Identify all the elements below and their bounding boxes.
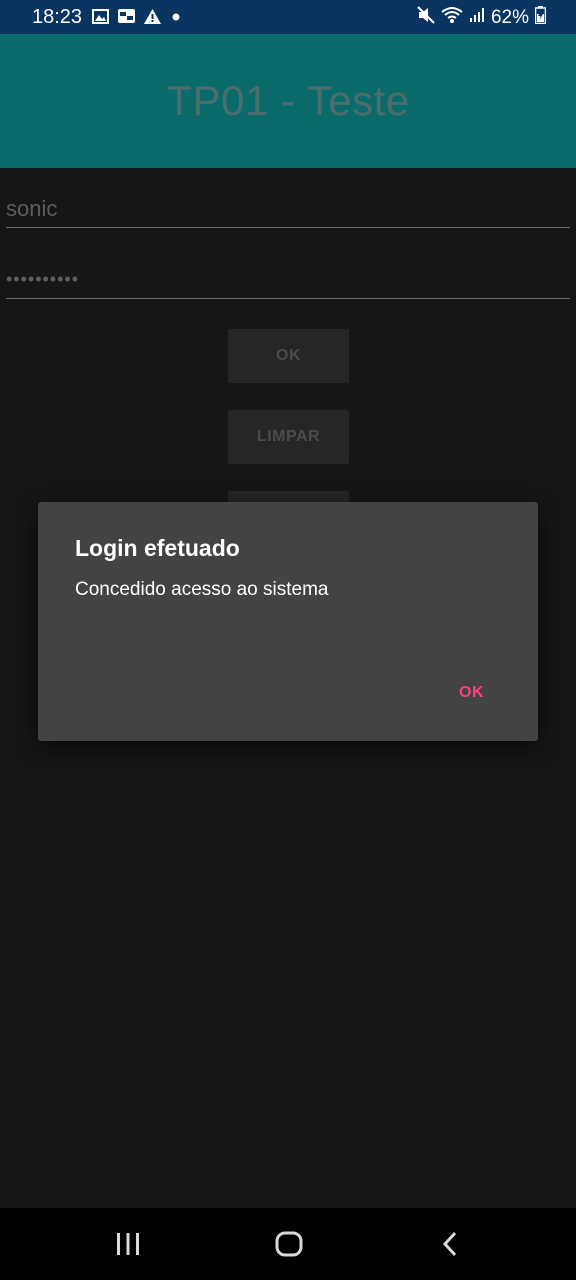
app-bar: TP01 - Teste <box>0 34 576 168</box>
image-icon <box>92 8 109 30</box>
recent-apps-icon[interactable] <box>108 1228 148 1260</box>
dialog-ok-button[interactable]: OK <box>459 684 484 702</box>
home-icon[interactable] <box>269 1228 309 1260</box>
status-bar: 18:23 62% <box>0 0 576 34</box>
clear-button[interactable]: LIMPAR <box>228 410 349 464</box>
alert-dialog: Login efetuado Concedido acesso ao siste… <box>38 502 538 741</box>
wifi-icon <box>441 6 463 30</box>
username-field[interactable]: sonic <box>6 190 570 228</box>
navigation-bar <box>0 1208 576 1280</box>
dialog-message: Concedido acesso ao sistema <box>75 579 329 600</box>
status-time: 18:23 <box>32 6 83 28</box>
battery-icon <box>534 6 547 30</box>
status-notification-icons <box>92 8 183 30</box>
signal-icon <box>469 7 485 29</box>
mute-icon <box>417 6 435 30</box>
app-screen: 18:23 62% TP01 - Teste sonic •••••••••• … <box>0 0 576 1280</box>
app-title: TP01 - Teste <box>166 77 410 124</box>
username-value: sonic <box>6 196 58 221</box>
notification-icon <box>117 8 136 30</box>
dialog-title: Login efetuado <box>75 535 240 561</box>
ok-button[interactable]: OK <box>228 329 349 383</box>
back-icon[interactable] <box>430 1228 470 1260</box>
status-system-icons: 62% <box>417 6 547 30</box>
warning-icon <box>144 8 161 30</box>
password-value: •••••••••• <box>6 269 80 289</box>
password-field[interactable]: •••••••••• <box>6 262 570 299</box>
battery-percent: 62% <box>490 7 529 28</box>
dot-icon <box>169 8 183 30</box>
